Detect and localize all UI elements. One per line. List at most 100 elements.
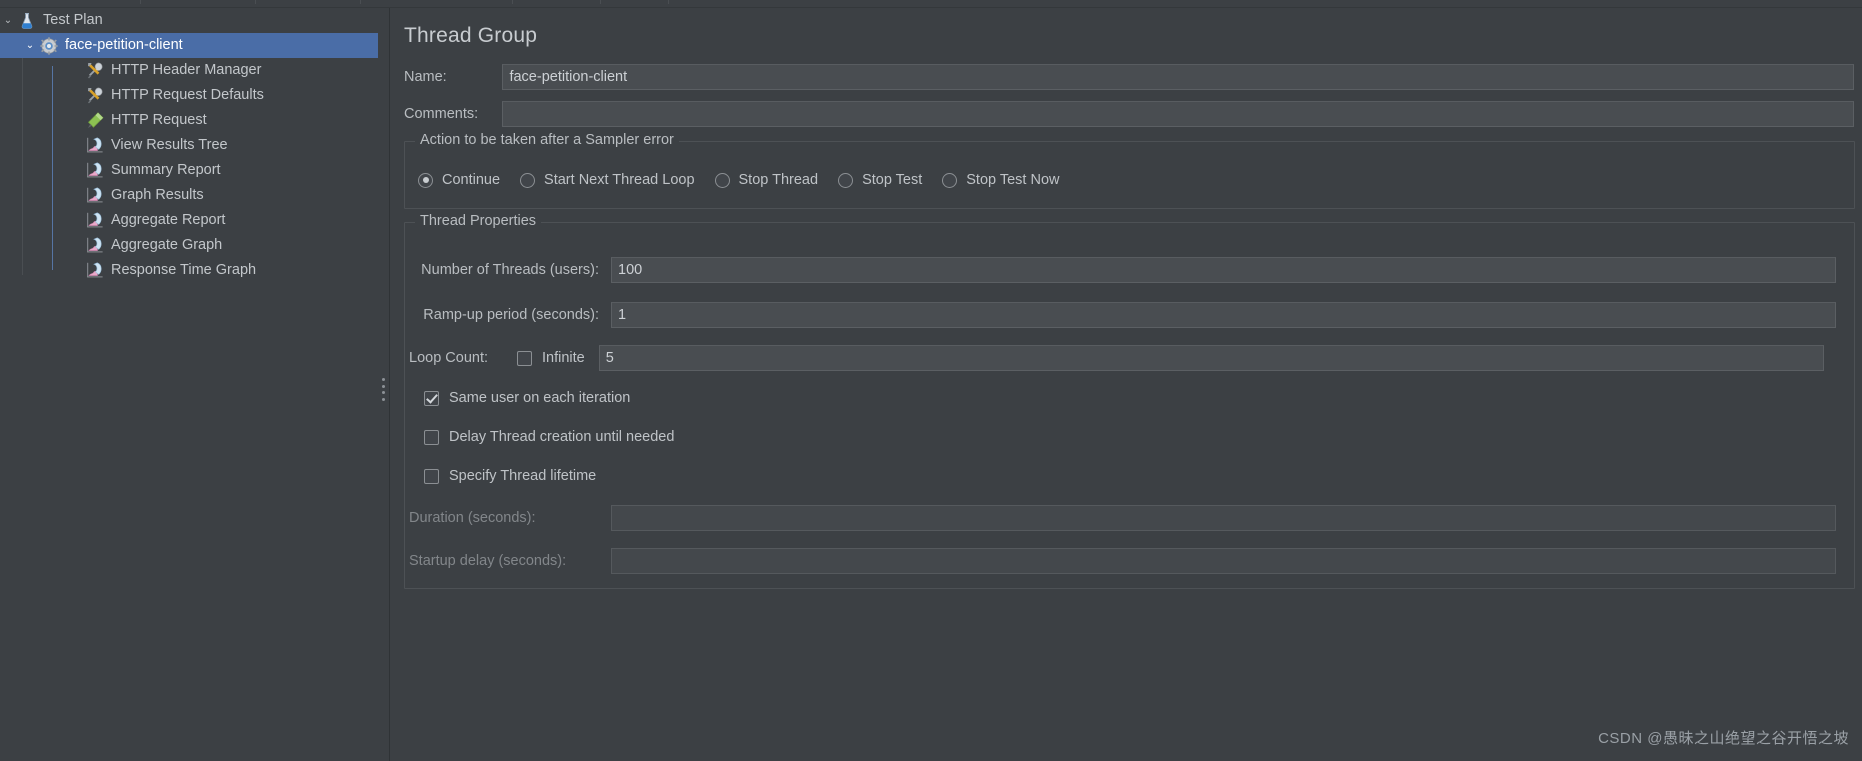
sampler-error-group: Action to be taken after a Sampler error… (404, 132, 1855, 209)
radio-mark-icon (942, 172, 958, 188)
loop-infinite-checkbox[interactable]: Infinite (517, 350, 585, 366)
tree-item-summary-report[interactable]: Summary Report (0, 158, 378, 183)
toolbar-tick (600, 0, 601, 4)
radio-mark-icon (418, 172, 433, 188)
same-user-label: Same user on each iteration (449, 390, 631, 406)
listener-icon (84, 211, 106, 231)
tree-item-label: HTTP Request Defaults (111, 87, 264, 103)
checkbox-mark-icon (424, 390, 439, 406)
radio-continue[interactable]: Continue (418, 172, 500, 188)
thread-group-editor: Thread Group Name: Comments: Action to b… (389, 8, 1862, 761)
delay-thread-row: Delay Thread creation until needed (409, 424, 674, 450)
toolbar-tick (512, 0, 513, 4)
toolbar-strip (0, 0, 1862, 8)
delay-thread-label: Delay Thread creation until needed (449, 429, 675, 445)
name-row: Name: (404, 64, 1854, 90)
splitter-grip-icon[interactable] (382, 378, 385, 401)
config-element-icon (84, 86, 106, 106)
radio-mark-icon (838, 172, 854, 188)
tree-item-label: HTTP Request (111, 112, 207, 128)
page-title: Thread Group (404, 24, 538, 47)
radio-stop-test[interactable]: Stop Test (838, 172, 922, 188)
tree-item-aggregate-report[interactable]: Aggregate Report (0, 208, 378, 233)
radio-label: Stop Test Now (966, 172, 1060, 188)
radio-start-next-thread-loop[interactable]: Start Next Thread Loop (520, 172, 695, 188)
specify-lifetime-label: Specify Thread lifetime (449, 468, 597, 484)
tree-item-label: Aggregate Graph (111, 237, 223, 253)
comments-label: Comments: (404, 106, 479, 122)
tree-item-label: Response Time Graph (111, 262, 257, 278)
startup-delay-label: Startup delay (seconds): (409, 553, 567, 569)
radio-label: Stop Thread (738, 172, 819, 188)
duration-label: Duration (seconds): (409, 510, 536, 526)
thread-properties-group: Thread Properties Number of Threads (use… (404, 213, 1855, 589)
rampup-input[interactable] (611, 302, 1836, 328)
same-user-row: Same user on each iteration (409, 385, 630, 411)
loop-infinite-label: Infinite (542, 350, 585, 366)
duration-input[interactable] (611, 505, 1836, 531)
toolbar-tick (668, 0, 669, 4)
tree-item-view-results-tree[interactable]: View Results Tree (0, 133, 378, 158)
listener-icon (84, 136, 106, 156)
panel-splitter[interactable] (378, 8, 389, 761)
tree-item-test-plan[interactable]: ⌄ Test Plan (0, 8, 378, 33)
radio-mark-icon (520, 172, 536, 188)
comments-input[interactable] (502, 101, 1854, 127)
radio-label: Continue (442, 172, 501, 188)
specify-lifetime-checkbox[interactable]: Specify Thread lifetime (424, 468, 596, 484)
http-sampler-icon (84, 111, 106, 131)
thread-properties-group-title: Thread Properties (415, 213, 542, 229)
tree-item-http-request[interactable]: HTTP Request (0, 108, 378, 133)
tree-item-label: Aggregate Report (111, 212, 226, 228)
loop-count-label: Loop Count: (409, 350, 489, 366)
tree-item-aggregate-graph[interactable]: Aggregate Graph (0, 233, 378, 258)
thread-group-icon (38, 36, 60, 56)
workspace: ⌄ Test Plan ⌄ face-petition-client HTTP Head… (0, 8, 1862, 761)
checkbox-mark-icon (517, 350, 532, 366)
toolbar-tick (360, 0, 361, 4)
listener-icon (84, 261, 106, 281)
duration-row: Duration (seconds): (409, 505, 1839, 531)
radio-stop-test-now[interactable]: Stop Test Now (942, 172, 1060, 188)
tree-item-http-request-defaults[interactable]: HTTP Request Defaults (0, 83, 378, 108)
tree-item-label: HTTP Header Manager (111, 62, 262, 78)
rampup-row: Ramp-up period (seconds): (409, 302, 1839, 328)
specify-lifetime-row: Specify Thread lifetime (409, 463, 596, 489)
tree-item-graph-results[interactable]: Graph Results (0, 183, 378, 208)
tree-item-label: face-petition-client (65, 37, 183, 53)
checkbox-mark-icon (424, 468, 439, 484)
loop-count-row: Loop Count: Infinite (409, 345, 1839, 371)
radio-mark-icon (714, 172, 730, 188)
comments-row: Comments: (404, 101, 1854, 127)
startup-delay-input[interactable] (611, 548, 1836, 574)
loop-count-input[interactable] (598, 345, 1824, 371)
listener-icon (84, 186, 106, 206)
num-threads-label: Number of Threads (users): (421, 262, 599, 278)
tree-item-response-time-graph[interactable]: Response Time Graph (0, 258, 378, 283)
config-element-icon (84, 61, 106, 81)
test-plan-tree[interactable]: ⌄ Test Plan ⌄ face-petition-client HTTP Head… (0, 8, 379, 761)
name-input[interactable] (502, 64, 1854, 90)
same-user-checkbox[interactable]: Same user on each iteration (424, 390, 630, 406)
name-label: Name: (404, 69, 447, 85)
checkbox-mark-icon (424, 429, 439, 445)
toolbar-tick (255, 0, 256, 4)
tree-item-label: View Results Tree (111, 137, 228, 153)
radio-stop-thread[interactable]: Stop Thread (714, 172, 819, 188)
test-plan-icon (16, 11, 38, 31)
chevron-down-icon[interactable]: ⌄ (22, 40, 38, 51)
tree-item-label: Test Plan (43, 12, 103, 28)
tree-item-label: Summary Report (111, 162, 221, 178)
tree-item-face-petition-client[interactable]: ⌄ face-petition-client (0, 33, 378, 58)
radio-label: Stop Test (862, 172, 923, 188)
listener-icon (84, 236, 106, 256)
listener-icon (84, 161, 106, 181)
num-threads-row: Number of Threads (users): (409, 257, 1839, 283)
radio-label: Start Next Thread Loop (544, 172, 695, 188)
delay-thread-checkbox[interactable]: Delay Thread creation until needed (424, 429, 674, 445)
watermark-text: CSDN @愚昧之山绝望之谷开悟之坡 (1598, 730, 1849, 747)
tree-item-http-header-manager[interactable]: HTTP Header Manager (0, 58, 378, 83)
toolbar-tick (140, 0, 141, 4)
num-threads-input[interactable] (611, 257, 1836, 283)
chevron-down-icon[interactable]: ⌄ (0, 15, 16, 26)
